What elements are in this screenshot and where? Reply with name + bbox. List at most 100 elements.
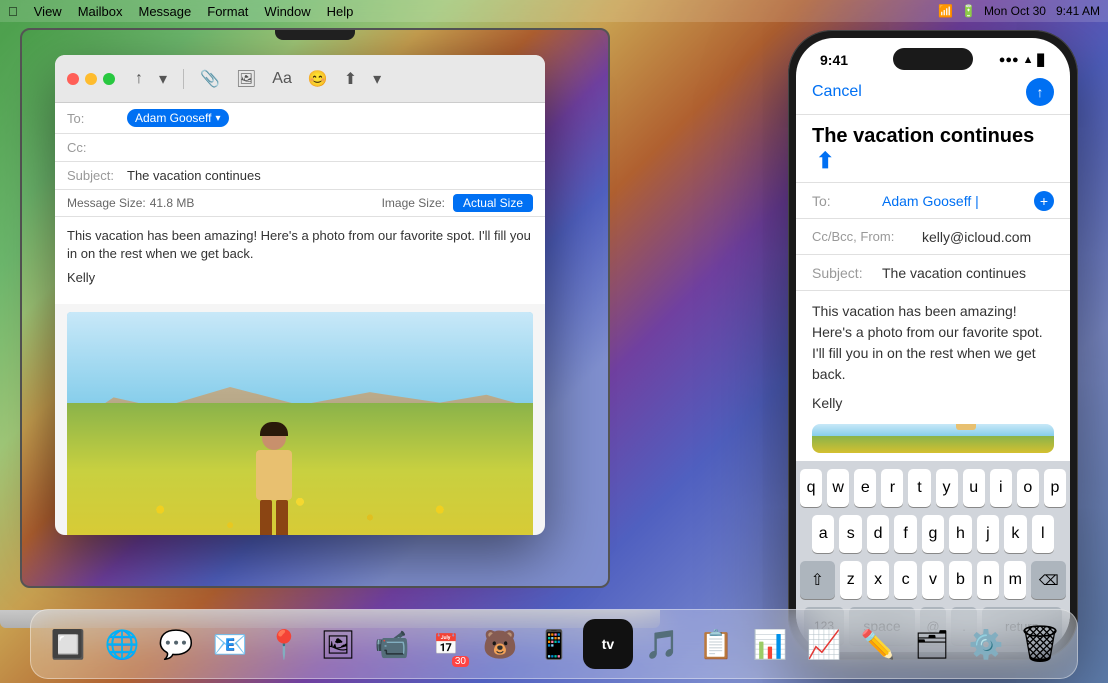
key-o[interactable]: o [1017, 469, 1039, 507]
dynamic-island [893, 48, 973, 70]
dock-iphone-mirroring[interactable]: 📱 [529, 619, 579, 669]
chevron-icon[interactable]: ▾ [369, 65, 385, 93]
backspace-key[interactable]: ⌫ [1031, 561, 1066, 599]
key-z[interactable]: z [840, 561, 862, 599]
iphone-mail-compose: Cancel ↑ The vacation continues ⬆ To: Ad… [796, 72, 1070, 652]
send-circle-icon[interactable]: ⬆ [816, 148, 834, 173]
battery-icon: 🔋 [961, 4, 976, 18]
dock-mail[interactable]: 📧 [205, 619, 255, 669]
key-c[interactable]: c [894, 561, 916, 599]
iphone-person-body [956, 424, 976, 430]
dock-maps[interactable]: 📍 [259, 619, 309, 669]
dock-finder[interactable]: 🗑 [1015, 619, 1065, 669]
key-p[interactable]: p [1044, 469, 1066, 507]
key-l[interactable]: l [1032, 515, 1054, 553]
dock-bear[interactable]: 🐻 [475, 619, 525, 669]
dock-messages[interactable]: 💬 [151, 619, 201, 669]
mail-body[interactable]: This vacation has been amazing! Here's a… [55, 217, 545, 304]
dock-settings[interactable]: ⚙️ [961, 619, 1011, 669]
iphone-photo-sky [812, 424, 1054, 436]
iphone-body[interactable]: This vacation has been amazing! Here's a… [796, 291, 1070, 424]
to-label: To: [67, 111, 127, 126]
iphone-to-field[interactable]: To: Adam Gooseff | + [796, 183, 1070, 219]
key-x[interactable]: x [867, 561, 889, 599]
menu-help[interactable]: Help [327, 4, 354, 19]
send-icon[interactable]: ↑ [131, 66, 147, 92]
dock-calendar[interactable]: 📅30 [421, 619, 471, 669]
key-w[interactable]: w [827, 469, 849, 507]
dock-music[interactable]: 🎵 [637, 619, 687, 669]
iphone-subject-label: Subject: [812, 265, 882, 281]
dock-numbers[interactable]: 📊 [745, 619, 795, 669]
key-f[interactable]: f [894, 515, 916, 553]
key-m[interactable]: m [1004, 561, 1026, 599]
key-u[interactable]: u [963, 469, 985, 507]
subject-field[interactable]: Subject: The vacation continues [55, 162, 545, 190]
mail-body-text: This vacation has been amazing! Here's a… [67, 227, 533, 263]
photo-attach-icon[interactable]: 🖼 [232, 65, 260, 93]
iphone-ccbcc-label: Cc/Bcc, From: [812, 229, 922, 244]
subject-display: The vacation continues [812, 125, 1034, 147]
iphone-ccbcc-field[interactable]: Cc/Bcc, From: kelly@icloud.com [796, 219, 1070, 255]
photo-insert-icon[interactable]: ⬆ [340, 65, 361, 93]
dock-facetime[interactable]: 📹 [367, 619, 417, 669]
menu-view[interactable]: View [34, 4, 62, 19]
key-j[interactable]: j [977, 515, 999, 553]
person-left-leg [260, 500, 272, 535]
key-g[interactable]: g [922, 515, 944, 553]
dock-safari[interactable]: 🌐 [97, 619, 147, 669]
iphone-subject-text: The vacation continues ⬆ [812, 125, 1054, 174]
iphone-subject-field[interactable]: Subject: The vacation continues [796, 255, 1070, 291]
dock-apple-tv[interactable]: tv [583, 619, 633, 669]
maximize-button[interactable] [103, 73, 115, 85]
recipient-dropdown-icon[interactable]: ▾ [216, 113, 221, 124]
key-k[interactable]: k [1004, 515, 1026, 553]
minimize-button[interactable] [85, 73, 97, 85]
to-field[interactable]: To: Adam Gooseff ▾ [55, 103, 545, 134]
iphone-frame: 9:41 ●●● ▲ ▊ Cancel ↑ The vacation conti… [788, 30, 1078, 660]
person-head [262, 426, 286, 450]
recipient-chip[interactable]: Adam Gooseff ▾ [127, 109, 229, 127]
dock-app-store[interactable]: 🗂 [907, 619, 957, 669]
attachment-icon[interactable]: 📎 [196, 65, 224, 93]
menu-mailbox[interactable]: Mailbox [78, 4, 123, 19]
key-b[interactable]: b [949, 561, 971, 599]
send-button[interactable]: ↑ [1026, 78, 1054, 106]
cc-field[interactable]: Cc: [55, 134, 545, 162]
actual-size-button[interactable]: Actual Size [453, 194, 533, 212]
dock-pages[interactable]: ✏️ [853, 619, 903, 669]
status-icons: ●●● ▲ ▊ [999, 54, 1046, 67]
menu-format[interactable]: Format [207, 4, 248, 19]
close-button[interactable] [67, 73, 79, 85]
shift-key[interactable]: ⇧ [800, 561, 835, 599]
key-d[interactable]: d [867, 515, 889, 553]
apple-menu[interactable]:  [8, 4, 18, 19]
key-r[interactable]: r [881, 469, 903, 507]
key-v[interactable]: v [922, 561, 944, 599]
key-s[interactable]: s [839, 515, 861, 553]
key-i[interactable]: i [990, 469, 1012, 507]
dock-keynote[interactable]: 📈 [799, 619, 849, 669]
key-y[interactable]: y [936, 469, 958, 507]
iphone-to-value: Adam Gooseff | [882, 193, 979, 209]
dock-photos[interactable]: 🖼 [313, 619, 363, 669]
key-e[interactable]: e [854, 469, 876, 507]
iphone-mail-header: Cancel ↑ [796, 72, 1070, 115]
cancel-button[interactable]: Cancel [812, 83, 862, 101]
add-contact-button[interactable]: + [1034, 191, 1054, 211]
person-body [256, 450, 292, 500]
dock-launchpad[interactable]: 🔲 [43, 619, 93, 669]
key-q[interactable]: q [800, 469, 822, 507]
key-t[interactable]: t [908, 469, 930, 507]
key-a[interactable]: a [812, 515, 834, 553]
iphone-photo-thumbnail [812, 424, 1054, 453]
menu-window[interactable]: Window [264, 4, 310, 19]
key-h[interactable]: h [949, 515, 971, 553]
dock-notes[interactable]: 📋 [691, 619, 741, 669]
key-n[interactable]: n [977, 561, 999, 599]
emoji-icon[interactable]: 😊 [304, 65, 332, 93]
format-text-icon[interactable]: Aa [268, 66, 296, 92]
mail-signature: Kelly [67, 269, 533, 287]
chevron-down-icon[interactable]: ▾ [155, 65, 171, 93]
menu-message[interactable]: Message [139, 4, 192, 19]
